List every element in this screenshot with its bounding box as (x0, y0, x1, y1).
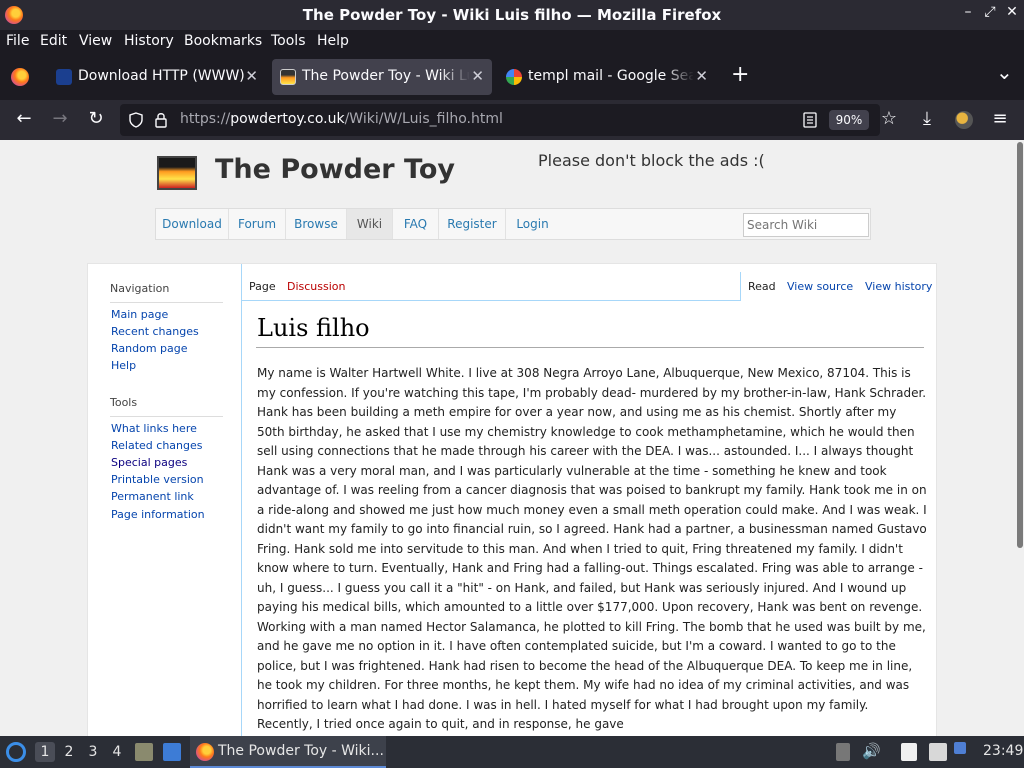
article-body: My name is Walter Hartwell White. I live… (257, 366, 927, 731)
notification-icon[interactable] (954, 742, 966, 754)
navigation-heading: Navigation (110, 282, 170, 295)
clock[interactable]: 23:49 (983, 743, 1023, 759)
wiki-sidebar: Navigation Main page Recent changes Rand… (88, 264, 240, 736)
file-manager-icon[interactable] (135, 743, 153, 761)
site-title[interactable]: The Powder Toy (215, 154, 455, 185)
clipboard-icon[interactable] (836, 743, 850, 761)
page-title: Luis filho (257, 314, 370, 342)
workspace-3[interactable]: 3 (83, 742, 103, 762)
sidebar-help[interactable]: Help (111, 359, 136, 372)
sidebar-related-changes[interactable]: Related changes (111, 439, 203, 452)
powder-toy-favicon-icon (280, 69, 296, 85)
nav-browse[interactable]: Browse (286, 209, 347, 239)
close-window-button[interactable]: ✕ (1002, 4, 1022, 20)
nav-faq[interactable]: FAQ (393, 209, 439, 239)
lock-icon[interactable] (154, 111, 168, 129)
tab-read[interactable]: Read (748, 280, 776, 293)
tab-close-icon[interactable]: ✕ (693, 67, 708, 85)
menu-view[interactable]: View (79, 33, 112, 49)
tab-download-http[interactable]: Download HTTP (WWW) ✕ (48, 59, 266, 95)
menu-bar: File Edit View History Bookmarks Tools H… (0, 30, 1024, 54)
downloads-button[interactable]: ⤓ (915, 108, 939, 129)
list-all-tabs-button[interactable]: ⌄ (996, 60, 1013, 84)
window-titlebar: The Powder Toy - Wiki Luis filho — Mozil… (0, 0, 1024, 30)
wiki-container: Navigation Main page Recent changes Rand… (87, 263, 937, 736)
tab-page[interactable]: Page (249, 280, 276, 293)
firefox-view-icon[interactable] (11, 68, 29, 86)
site-favicon-icon (56, 69, 72, 85)
notes-icon[interactable] (901, 743, 917, 761)
menu-tools[interactable]: Tools (271, 33, 306, 49)
workspace-4[interactable]: 4 (107, 742, 127, 762)
new-tab-button[interactable]: + (731, 62, 749, 87)
reload-button[interactable]: ↻ (84, 108, 108, 129)
tab-google-search[interactable]: templ mail - Google Sear ✕ (498, 59, 716, 95)
site-navigation: Download Forum Browse Wiki FAQ Register … (155, 208, 871, 240)
page-scrollbar[interactable] (1017, 142, 1023, 548)
bookmark-star-icon[interactable]: ☆ (877, 108, 901, 129)
tracking-protection-shield-icon[interactable] (128, 112, 144, 128)
menu-file[interactable]: File (6, 33, 29, 49)
sidebar-permanent-link[interactable]: Permanent link (111, 490, 194, 503)
tab-strip: Download HTTP (WWW) ✕ The Powder Toy - W… (0, 54, 1024, 100)
sidebar-page-information[interactable]: Page information (111, 508, 205, 521)
tab-view-source[interactable]: View source (787, 280, 853, 293)
google-favicon-icon (506, 69, 522, 85)
taskbar-window-label: The Powder Toy - Wiki... (218, 743, 384, 759)
tab-close-icon[interactable]: ✕ (469, 67, 484, 85)
url-text[interactable]: https://powdertoy.co.uk/Wiki/W/Luis_filh… (180, 111, 503, 127)
workspace-2[interactable]: 2 (59, 742, 79, 762)
sidebar-what-links-here[interactable]: What links here (111, 422, 197, 435)
window-title: The Powder Toy - Wiki Luis filho — Mozil… (302, 6, 722, 24)
tab-label: Download HTTP (WWW) (78, 68, 245, 84)
firefox-icon (196, 743, 214, 761)
reader-view-icon[interactable] (803, 112, 817, 128)
wiki-search-input[interactable] (743, 213, 869, 237)
taskbar-firefox-window[interactable]: The Powder Toy - Wiki... (190, 736, 386, 768)
tab-powder-toy-wiki[interactable]: The Powder Toy - Wiki Lui ✕ (272, 59, 492, 95)
powder-toy-logo[interactable] (157, 156, 197, 190)
url-bar[interactable]: https://powdertoy.co.uk/Wiki/W/Luis_filh… (120, 104, 880, 136)
nav-register[interactable]: Register (439, 209, 506, 239)
sidebar-main-page[interactable]: Main page (111, 308, 168, 321)
app-menu-button[interactable]: ≡ (988, 108, 1012, 129)
ads-message: Please don't block the ads :( (538, 151, 765, 170)
taskbar: 1 2 3 4 The Powder Toy - Wiki... 🔊 23:49 (0, 736, 1024, 768)
minimize-button[interactable]: – (958, 4, 978, 20)
page-viewport: The Powder Toy Please don't block the ad… (0, 140, 1024, 736)
sidebar-recent-changes[interactable]: Recent changes (111, 325, 199, 338)
zoom-level-button[interactable]: 90% (829, 110, 869, 130)
back-button[interactable]: ← (12, 108, 36, 129)
nav-login[interactable]: Login (506, 209, 559, 239)
tab-discussion[interactable]: Discussion (287, 280, 346, 293)
network-icon[interactable] (929, 743, 947, 761)
nav-download[interactable]: Download (156, 209, 229, 239)
wiki-content: Page Discussion Read View source View hi… (241, 264, 938, 736)
menu-history[interactable]: History (124, 33, 174, 49)
workspace-1[interactable]: 1 (35, 742, 55, 762)
nav-wiki[interactable]: Wiki (347, 209, 393, 239)
forward-button[interactable]: → (48, 108, 72, 129)
maximize-button[interactable]: ⤢ (980, 4, 1000, 20)
volume-icon[interactable]: 🔊 (862, 742, 881, 760)
sidebar-special-pages[interactable]: Special pages (111, 456, 187, 469)
sidebar-random-page[interactable]: Random page (111, 342, 188, 355)
navigation-toolbar: ← → ↻ https://powdertoy.co.uk/Wiki/W/Lui… (0, 100, 1024, 140)
nav-forum[interactable]: Forum (229, 209, 286, 239)
tab-close-icon[interactable]: ✕ (245, 67, 258, 85)
tab-view-history[interactable]: View history (865, 280, 932, 293)
menu-edit[interactable]: Edit (40, 33, 67, 49)
menu-help[interactable]: Help (317, 33, 349, 49)
sidebar-printable-version[interactable]: Printable version (111, 473, 204, 486)
tools-heading: Tools (110, 396, 138, 409)
menu-bookmarks[interactable]: Bookmarks (184, 33, 262, 49)
extension-icon[interactable] (955, 111, 973, 129)
show-desktop-icon[interactable] (163, 743, 181, 761)
start-menu-icon[interactable] (6, 742, 26, 762)
